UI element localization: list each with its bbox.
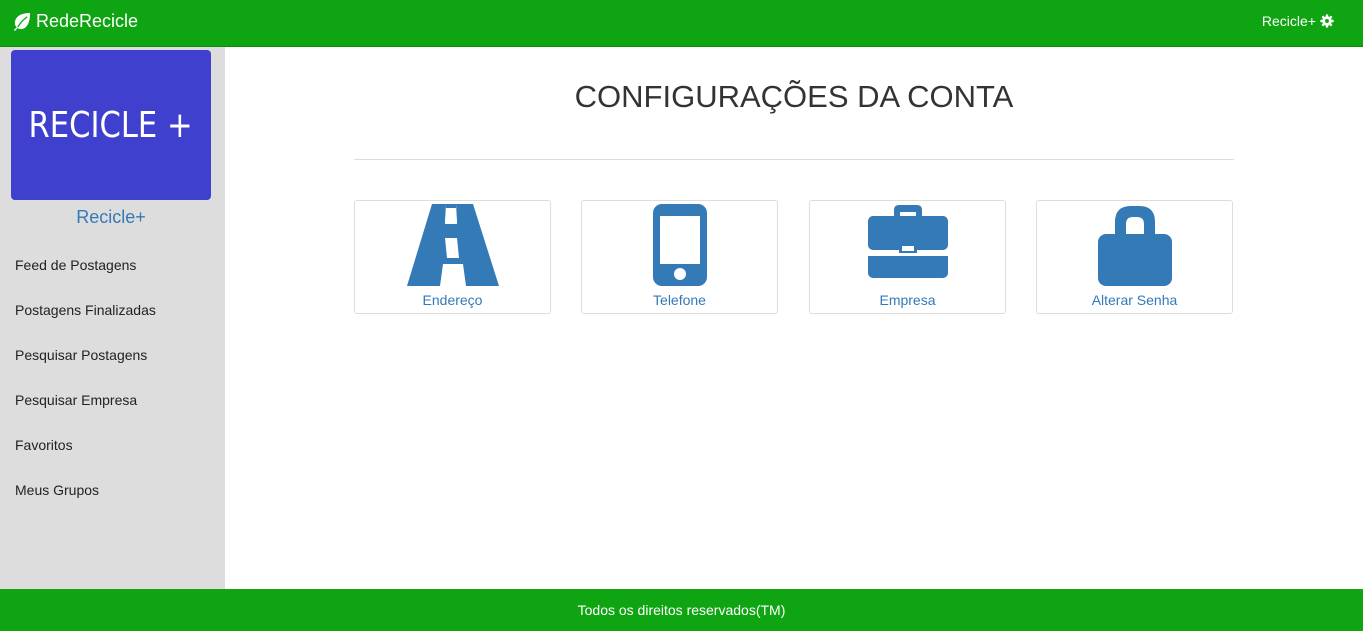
profile-name[interactable]: Recicle+ — [0, 207, 222, 228]
change-password-card[interactable]: Alterar Senha — [1036, 200, 1233, 314]
sidebar-item-favorites[interactable]: Favoritos — [0, 422, 225, 467]
user-menu-label: Recicle+ — [1261, 13, 1316, 29]
page-title: CONFIGURAÇÕES DA CONTA — [574, 79, 1014, 114]
gear-icon — [1320, 14, 1334, 28]
road-icon — [406, 204, 499, 286]
change-password-card-label: Alterar Senha — [1091, 292, 1178, 308]
logo-text: RECICLE + — [28, 104, 194, 146]
sidebar-item-feed[interactable]: Feed de Postagens — [0, 242, 225, 287]
phone-card[interactable]: Telefone — [581, 200, 778, 314]
briefcase-icon — [867, 205, 948, 278]
brand-link[interactable]: RedeRecicle — [12, 11, 138, 32]
sidebar-nav: Feed de Postagens Postagens Finalizadas … — [0, 242, 225, 512]
user-menu[interactable]: Recicle+ — [1262, 13, 1334, 29]
footer: Todos os direitos reservados(TM) — [0, 589, 1363, 631]
sidebar-item-search-posts[interactable]: Pesquisar Postagens — [0, 332, 225, 377]
footer-text: Todos os direitos reservados(TM) — [577, 602, 786, 618]
leaf-icon — [13, 12, 31, 31]
top-navbar: RedeRecicle Recicle+ — [0, 0, 1363, 47]
sidebar-item-search-company[interactable]: Pesquisar Empresa — [0, 377, 225, 422]
main-content: CONFIGURAÇÕES DA CONTA Endereço Telefone — [225, 47, 1363, 589]
sidebar: RECICLE + Recicle+ Feed de Postagens Pos… — [0, 47, 225, 589]
company-card[interactable]: Empresa — [809, 200, 1006, 314]
phone-card-label: Telefone — [653, 292, 706, 308]
phone-icon — [652, 204, 707, 286]
brand-name: RedeRecicle — [36, 11, 139, 31]
company-card-label: Empresa — [879, 292, 936, 308]
divider — [354, 159, 1234, 160]
address-card-label: Endereço — [422, 292, 483, 308]
lock-icon — [1097, 206, 1172, 286]
sidebar-item-finished-posts[interactable]: Postagens Finalizadas — [0, 287, 225, 332]
profile-logo[interactable]: RECICLE + — [11, 50, 211, 200]
sidebar-item-groups[interactable]: Meus Grupos — [0, 467, 225, 512]
address-card[interactable]: Endereço — [354, 200, 551, 314]
